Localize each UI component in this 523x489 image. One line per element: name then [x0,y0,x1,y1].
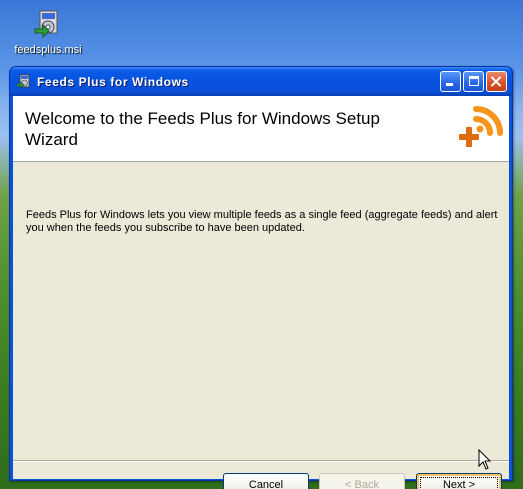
minimize-button[interactable] [440,71,461,92]
wizard-heading: Welcome to the Feeds Plus for Windows Se… [25,109,380,149]
wizard-description: Feeds Plus for Windows lets you view mul… [26,209,498,234]
wizard-banner: Welcome to the Feeds Plus for Windows Se… [13,96,509,162]
close-button[interactable] [486,71,507,92]
wizard-client-area: Welcome to the Feeds Plus for Windows Se… [13,96,509,489]
cancel-button[interactable]: Cancel [223,473,309,489]
window-controls [440,71,507,92]
next-button[interactable]: Next > [416,473,502,489]
minimize-icon [446,83,453,86]
mouse-pointer-icon [478,448,492,471]
close-icon [487,72,506,91]
maximize-button[interactable] [463,71,484,92]
installer-icon [16,74,32,90]
back-button[interactable]: < Back [319,473,405,489]
maximize-icon [469,76,479,86]
desktop-icon-feedsplus[interactable]: feedsplus.msi [10,8,86,62]
window-title: Feeds Plus for Windows [37,74,189,89]
focus-rectangle [420,477,498,489]
feeds-plus-logo-icon [456,103,504,151]
msi-installer-icon [32,8,64,40]
button-divider [13,460,509,462]
window-titlebar[interactable]: Feeds Plus for Windows [10,67,512,96]
desktop-icon-label: feedsplus.msi [14,44,82,56]
setup-wizard-window: Feeds Plus for Windows Welcome to the Fe… [9,66,513,489]
